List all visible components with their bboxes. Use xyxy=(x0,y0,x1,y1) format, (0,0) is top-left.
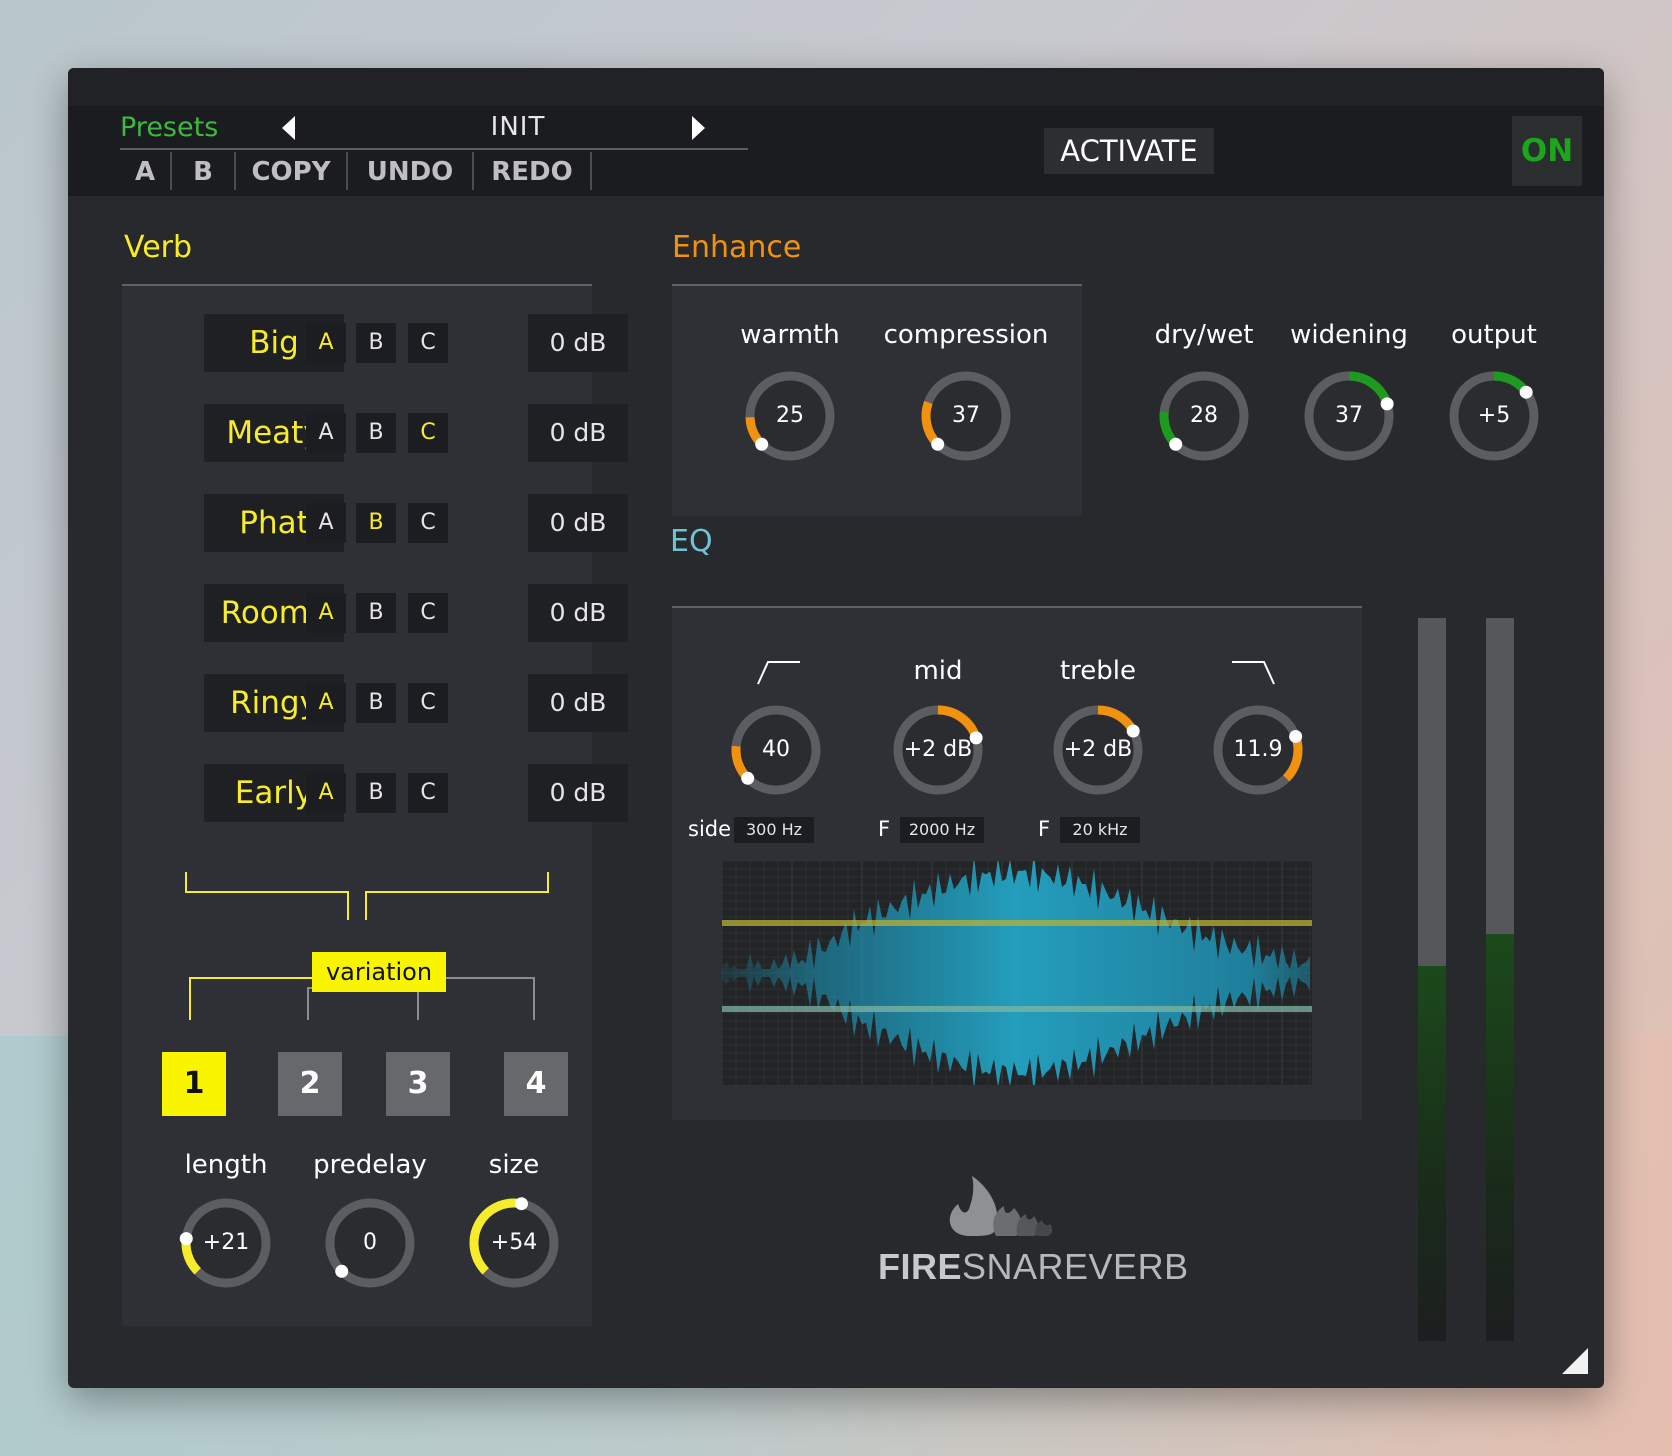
length-knob[interactable]: +21 xyxy=(176,1193,276,1293)
firesnareverb-logo: FIRESNAREVERB xyxy=(878,1172,1188,1288)
compression-knob[interactable]: 37 xyxy=(916,366,1016,466)
left-level-meter xyxy=(1418,618,1446,1341)
predelay-value: 0 xyxy=(363,1230,377,1255)
treble-frequency-label: F xyxy=(1038,817,1051,841)
flame-icon xyxy=(949,1176,1053,1236)
variation-3-button[interactable]: 3 xyxy=(386,1052,450,1116)
presets-label[interactable]: Presets xyxy=(120,112,218,143)
resize-handle[interactable] xyxy=(1562,1348,1588,1374)
plugin-window: Presets INIT A B COPY UNDO REDO ACTIVATE… xyxy=(68,68,1604,1388)
treble-knob[interactable]: +2 dB xyxy=(1048,700,1148,800)
mid-frequency-field[interactable]: 2000 Hz xyxy=(900,817,984,843)
lowpass-knob[interactable]: 11.9 xyxy=(1208,700,1308,800)
variation-4-button[interactable]: 4 xyxy=(504,1052,568,1116)
previous-preset-icon[interactable] xyxy=(282,116,295,140)
mid-value: +2 dB xyxy=(903,737,973,762)
preset-a-button[interactable]: A xyxy=(120,152,170,192)
highpass-icon xyxy=(757,661,800,685)
widening-knob[interactable]: 37 xyxy=(1299,366,1399,466)
variation-2-button[interactable]: 2 xyxy=(278,1052,342,1116)
length-value: +21 xyxy=(202,1230,250,1255)
spectrum-analyzer xyxy=(722,861,1312,1085)
copy-button[interactable]: COPY xyxy=(236,152,346,192)
logo-text-bold: FIRE xyxy=(878,1246,963,1287)
warmth-label: warmth xyxy=(740,320,840,350)
treble-value: +2 dB xyxy=(1063,737,1133,762)
top-bar: Presets INIT A B COPY UNDO REDO ACTIVATE… xyxy=(68,68,1604,196)
verb-title: Verb xyxy=(124,230,193,265)
enhance-title: Enhance xyxy=(672,230,802,265)
side-label: side xyxy=(688,817,732,841)
size-value: +54 xyxy=(490,1230,538,1255)
side-frequency-field[interactable]: 300 Hz xyxy=(734,817,814,843)
variation-1-button[interactable]: 1 xyxy=(162,1052,226,1116)
predelay-knob[interactable]: 0 xyxy=(320,1193,420,1293)
power-on-button[interactable]: ON xyxy=(1512,116,1582,186)
output-knob[interactable]: +5 xyxy=(1444,366,1544,466)
highpass-knob[interactable]: 40 xyxy=(726,700,826,800)
enhance-panel xyxy=(672,284,1082,516)
widening-value: 37 xyxy=(1335,403,1363,428)
output-value: +5 xyxy=(1477,403,1511,428)
lowpass-icon xyxy=(1232,661,1275,685)
compression-value: 37 xyxy=(952,403,980,428)
preset-name[interactable]: INIT xyxy=(368,112,668,142)
variation-label: variation xyxy=(312,952,446,992)
output-label: output xyxy=(1451,320,1537,350)
next-preset-icon[interactable] xyxy=(692,116,705,140)
mid-frequency-label: F xyxy=(878,817,891,841)
dry-wet-knob[interactable]: 28 xyxy=(1154,366,1254,466)
dry-wet-value: 28 xyxy=(1190,403,1218,428)
undo-button[interactable]: UNDO xyxy=(348,152,472,192)
highpass-value: 40 xyxy=(762,737,790,762)
right-level-meter xyxy=(1486,618,1514,1341)
treble-frequency-field[interactable]: 20 kHz xyxy=(1060,817,1140,843)
treble-label: treble xyxy=(1059,656,1137,686)
size-knob[interactable]: +54 xyxy=(464,1193,564,1293)
eq-title: EQ xyxy=(670,524,713,559)
compression-label: compression xyxy=(883,320,1049,350)
warmth-value: 25 xyxy=(776,403,804,428)
lowpass-value: 11.9 xyxy=(1233,737,1283,762)
logo-text-light: SNAREVERB xyxy=(962,1246,1189,1287)
size-label: size xyxy=(488,1150,540,1180)
warmth-knob[interactable]: 25 xyxy=(740,366,840,466)
redo-button[interactable]: REDO xyxy=(474,152,590,192)
activate-button[interactable]: ACTIVATE xyxy=(1044,128,1214,174)
mid-label: mid xyxy=(913,656,963,686)
mid-knob[interactable]: +2 dB xyxy=(888,700,988,800)
preset-b-button[interactable]: B xyxy=(172,152,234,192)
